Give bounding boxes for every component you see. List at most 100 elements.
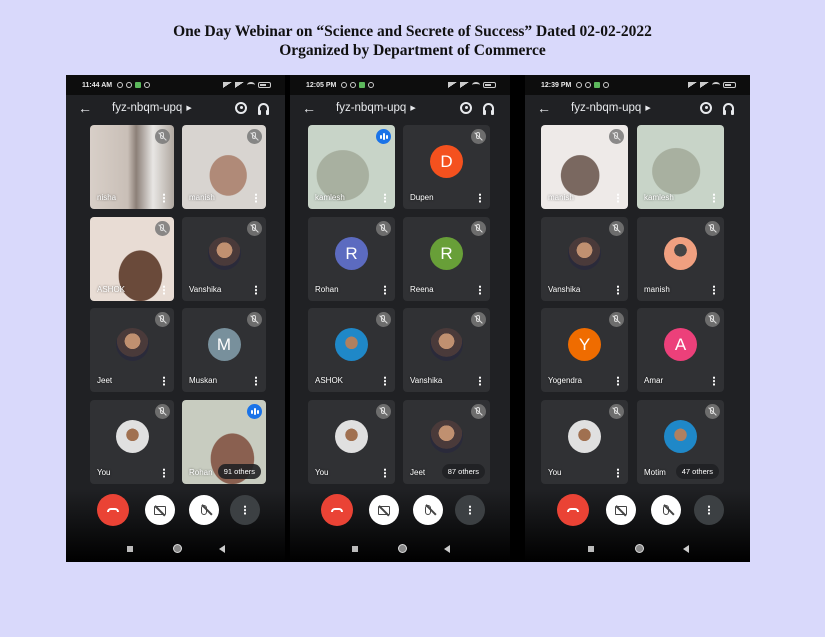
participant-tile[interactable]: Jeet 87 others xyxy=(403,400,490,484)
meeting-code[interactable]: fyz-nbqm-upq ▶ xyxy=(571,102,651,114)
tile-more-icon[interactable] xyxy=(617,285,619,295)
arrow-left-icon[interactable]: ← xyxy=(302,101,316,115)
tile-more-icon[interactable] xyxy=(713,285,715,295)
arrow-left-icon[interactable]: ← xyxy=(537,101,551,115)
participant-name: kamlesh xyxy=(315,193,345,202)
tile-more-icon[interactable] xyxy=(163,376,165,386)
home-icon[interactable] xyxy=(635,544,644,553)
participant-tile[interactable]: nisha xyxy=(90,125,174,209)
headset-icon[interactable] xyxy=(723,102,734,115)
participant-name: Muskan xyxy=(189,376,218,385)
participant-tile[interactable]: Vanshika xyxy=(541,217,628,301)
participant-tile[interactable]: You xyxy=(541,400,628,484)
mic-muted-icon xyxy=(376,312,391,327)
tile-more-icon[interactable] xyxy=(479,193,481,203)
tile-more-icon[interactable] xyxy=(617,193,619,203)
participant-name: manish xyxy=(189,193,215,202)
camera-off-icon xyxy=(154,505,166,515)
participant-tile[interactable]: ASHOK xyxy=(308,308,395,392)
participant-tile[interactable]: You xyxy=(90,400,174,484)
participant-tile[interactable]: ASHOK xyxy=(90,217,174,301)
tile-more-icon[interactable] xyxy=(163,285,165,295)
tile-more-icon[interactable] xyxy=(617,376,619,386)
camera-toggle-button[interactable] xyxy=(369,495,399,525)
participant-tile[interactable]: R Rohan xyxy=(308,217,395,301)
switch-camera-icon[interactable] xyxy=(460,102,472,114)
participant-tile[interactable]: manish xyxy=(541,125,628,209)
participant-tile[interactable]: kamlesh xyxy=(637,125,724,209)
others-count-chip[interactable]: 47 others xyxy=(675,464,719,479)
participant-tile[interactable]: You xyxy=(308,400,395,484)
tile-more-icon[interactable] xyxy=(255,376,257,386)
tile-more-icon[interactable] xyxy=(479,285,481,295)
switch-camera-icon[interactable] xyxy=(700,102,712,114)
mic-muted-icon xyxy=(609,129,624,144)
mic-toggle-button[interactable] xyxy=(189,495,219,525)
nav-back-icon[interactable] xyxy=(444,545,450,553)
home-icon[interactable] xyxy=(398,544,407,553)
more-options-button[interactable] xyxy=(230,495,260,525)
status-time: 12:39 PM xyxy=(541,81,572,89)
participant-tile[interactable]: Y Yogendra xyxy=(541,308,628,392)
tile-more-icon[interactable] xyxy=(713,376,715,386)
end-call-button[interactable] xyxy=(557,494,589,526)
participant-tile[interactable]: Rohan 91 others xyxy=(182,400,266,484)
end-call-button[interactable] xyxy=(321,494,353,526)
tile-more-icon[interactable] xyxy=(384,376,386,386)
participant-tile[interactable]: M Muskan xyxy=(182,308,266,392)
recents-icon[interactable] xyxy=(352,546,358,552)
wifi-icon xyxy=(247,82,255,88)
mic-toggle-button[interactable] xyxy=(651,495,681,525)
participant-tile[interactable]: manish xyxy=(182,125,266,209)
tile-more-icon[interactable] xyxy=(163,193,165,203)
tile-more-icon[interactable] xyxy=(255,285,257,295)
tile-more-icon[interactable] xyxy=(713,193,715,203)
participant-name: Vanshika xyxy=(189,285,222,294)
battery-icon xyxy=(258,82,271,88)
arrow-left-icon[interactable]: ← xyxy=(78,101,92,115)
others-count-chip[interactable]: 91 others xyxy=(217,464,261,479)
more-options-button[interactable] xyxy=(694,495,724,525)
mic-off-icon xyxy=(201,505,207,515)
participant-tile[interactable]: D Dupen xyxy=(403,125,490,209)
recents-icon[interactable] xyxy=(588,546,594,552)
participant-tile[interactable]: kamlesh xyxy=(308,125,395,209)
mic-toggle-button[interactable] xyxy=(413,495,443,525)
participant-avatar xyxy=(335,328,368,362)
tile-more-icon[interactable] xyxy=(384,285,386,295)
participant-tile[interactable]: Vanshika xyxy=(403,308,490,392)
participant-tile[interactable]: Motim 47 others xyxy=(637,400,724,484)
participant-tile[interactable]: A Amar xyxy=(637,308,724,392)
tile-more-icon[interactable] xyxy=(163,468,165,478)
meeting-code[interactable]: fyz-nbqm-upq ▶ xyxy=(336,102,416,114)
participant-name: Reena xyxy=(410,285,434,294)
recents-icon[interactable] xyxy=(127,546,133,552)
participant-tile[interactable]: Jeet xyxy=(90,308,174,392)
more-options-button[interactable] xyxy=(455,495,485,525)
nav-back-icon[interactable] xyxy=(683,545,689,553)
camera-toggle-button[interactable] xyxy=(606,495,636,525)
status-bar: 11:44 AM xyxy=(66,75,285,95)
tile-more-icon[interactable] xyxy=(384,193,386,203)
nav-back-icon[interactable] xyxy=(219,545,225,553)
camera-toggle-button[interactable] xyxy=(145,495,175,525)
meeting-code[interactable]: fyz-nbqm-upq ▶ xyxy=(112,102,192,114)
mic-muted-icon xyxy=(155,129,170,144)
participant-tile[interactable]: R Reena xyxy=(403,217,490,301)
tile-more-icon[interactable] xyxy=(255,193,257,203)
tile-more-icon[interactable] xyxy=(617,468,619,478)
switch-camera-icon[interactable] xyxy=(235,102,247,114)
wifi-icon xyxy=(712,82,720,88)
mic-muted-icon xyxy=(247,312,262,327)
end-call-button[interactable] xyxy=(97,494,129,526)
tile-more-icon[interactable] xyxy=(479,376,481,386)
headset-icon[interactable] xyxy=(483,102,494,115)
participant-tile[interactable]: Vanshika xyxy=(182,217,266,301)
tile-more-icon[interactable] xyxy=(384,468,386,478)
battery-icon xyxy=(723,82,736,88)
home-icon[interactable] xyxy=(173,544,182,553)
mic-muted-icon xyxy=(471,312,486,327)
headset-icon[interactable] xyxy=(258,102,269,115)
participant-tile[interactable]: manish xyxy=(637,217,724,301)
others-count-chip[interactable]: 87 others xyxy=(441,464,485,479)
